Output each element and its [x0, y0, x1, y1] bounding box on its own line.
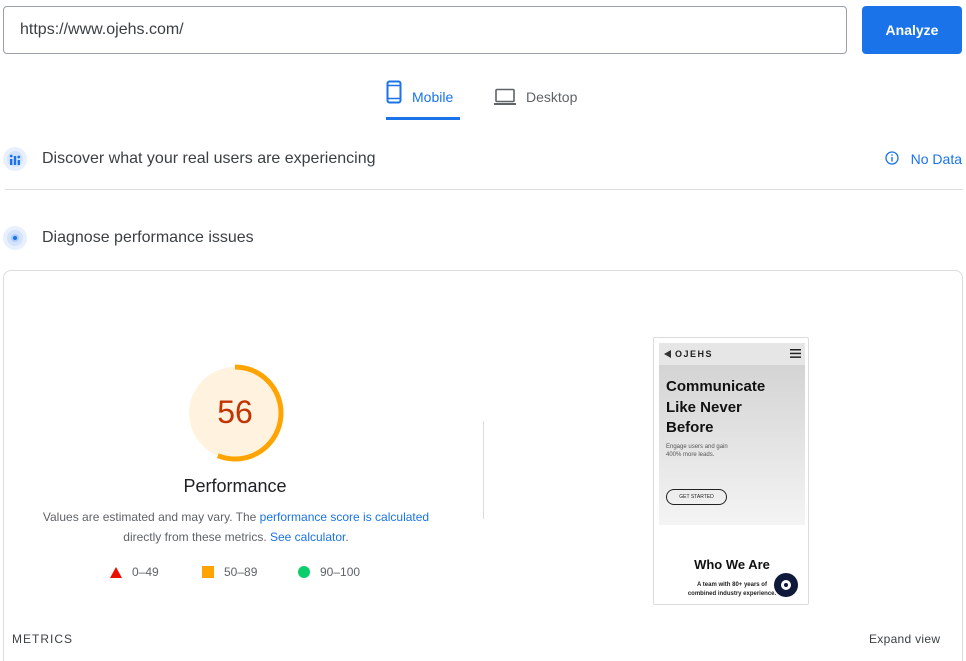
site-hero-subtitle: Engage users and gain 400% more leads. — [666, 443, 776, 459]
performance-score: 56 — [217, 394, 253, 430]
site-section-title: Who We Are — [694, 557, 770, 572]
url-input[interactable] — [3, 6, 847, 54]
smartphone-icon — [386, 80, 402, 104]
expand-view-link[interactable]: Expand view — [869, 632, 940, 646]
laptop-icon — [494, 88, 516, 106]
legend-average: 50–89 — [202, 565, 257, 579]
hero-title-line: Like Never — [666, 398, 742, 416]
users-data-icon — [3, 147, 27, 171]
score-calculation-link[interactable]: performance score is calculated — [260, 510, 429, 524]
no-data-label: No Data — [910, 151, 962, 167]
site-logo: OJEHS — [675, 349, 714, 359]
disclaimer-text: Values are estimated and may vary. The — [42, 510, 260, 524]
diagnose-title: Diagnose performance issues — [42, 229, 254, 246]
tab-mobile[interactable]: Mobile — [386, 80, 460, 120]
tab-desktop-label: Desktop — [526, 89, 578, 105]
page-screenshot: OJEHS Communicate Like Never Before Enga… — [653, 337, 809, 605]
site-header: OJEHS — [659, 343, 805, 365]
crux-section-header: Discover what your real users are experi… — [3, 144, 962, 174]
chat-widget-icon — [774, 573, 798, 597]
vertical-divider — [483, 421, 484, 519]
hero-title-line: Communicate — [666, 378, 766, 395]
score-disclaimer: Values are estimated and may vary. The p… — [30, 507, 442, 547]
legend-poor: 0–49 — [110, 565, 159, 579]
crux-title: Discover what your real users are experi… — [42, 150, 376, 167]
circle-icon — [298, 566, 310, 578]
legend-good: 90–100 — [298, 565, 360, 579]
no-data-status[interactable]: No Data — [884, 150, 962, 168]
site-logo-icon — [664, 345, 672, 363]
info-icon — [884, 150, 899, 168]
site-hero-title: Communicate Like Never Before — [666, 377, 802, 439]
site-cta-button: GET STARTED — [666, 489, 727, 505]
diagnose-section-header: Diagnose performance issues — [3, 224, 962, 252]
lighthouse-icon — [3, 226, 27, 250]
metrics-heading: METRICS — [12, 632, 73, 646]
legend-average-range: 50–89 — [224, 565, 258, 579]
tab-mobile-label: Mobile — [412, 89, 454, 105]
hero-title-line: Before — [666, 419, 714, 436]
hero-sub-line: 400% more leads. — [666, 452, 715, 458]
triangle-icon — [110, 566, 122, 578]
performance-label: Performance — [183, 476, 287, 496]
legend-good-range: 90–100 — [320, 565, 361, 579]
analyze-button[interactable]: Analyze — [862, 6, 962, 54]
section-divider — [5, 189, 963, 190]
hamburger-menu-icon — [790, 345, 801, 363]
disclaimer-period: . — [345, 530, 349, 544]
calculator-link[interactable]: See calculator — [270, 530, 345, 544]
disclaimer-text-2: directly from these metrics. — [123, 530, 270, 544]
tab-desktop[interactable]: Desktop — [494, 80, 577, 120]
hero-sub-line: Engage users and gain — [666, 444, 728, 450]
square-icon — [202, 566, 214, 578]
legend-poor-range: 0–49 — [132, 565, 159, 579]
